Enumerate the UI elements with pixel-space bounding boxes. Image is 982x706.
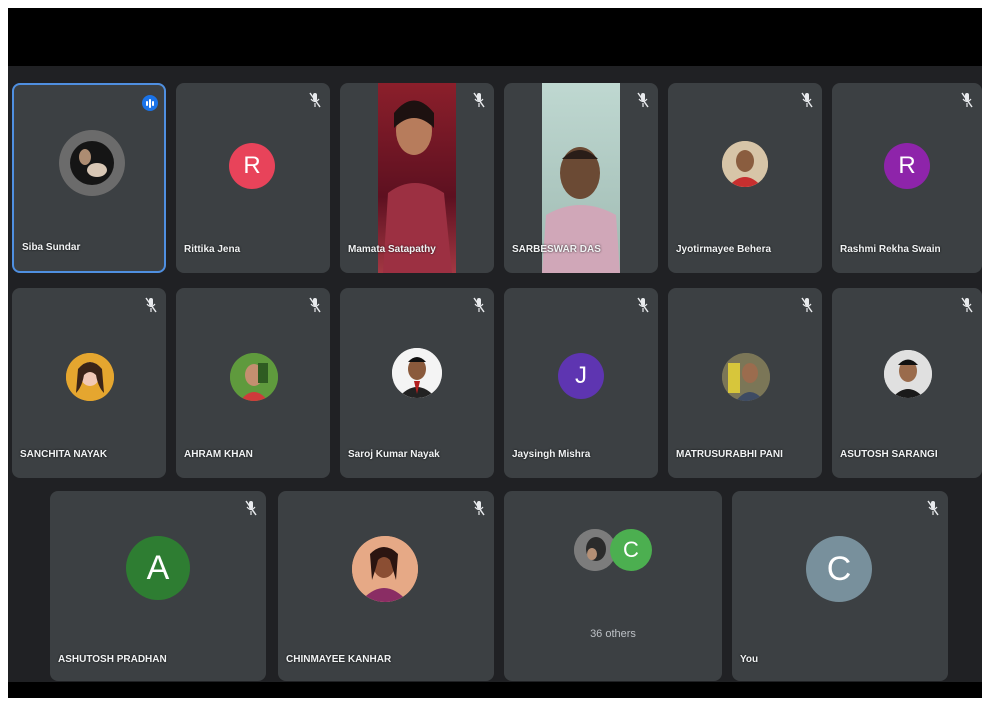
participant-name: MATRUSURABHI PANI xyxy=(676,449,783,460)
meeting-screen: Siba Sundar R Rittika Jena Mamata Satapa… xyxy=(8,8,982,698)
avatar xyxy=(722,353,770,401)
microphone-off-icon xyxy=(927,500,939,516)
avatar: C xyxy=(610,529,652,571)
participant-name: Mamata Satapathy xyxy=(348,244,436,255)
others-tile[interactable]: C 36 others xyxy=(504,491,722,681)
participant-name: Jaysingh Mishra xyxy=(512,449,591,460)
participant-name: Jyotirmayee Behera xyxy=(676,244,772,255)
participant-name: Rittika Jena xyxy=(184,244,241,255)
participant-name: Saroj Kumar Nayak xyxy=(348,449,440,460)
microphone-off-icon xyxy=(473,297,485,313)
participant-tile-chinmayee-kanhar[interactable]: CHINMAYEE KANHAR xyxy=(278,491,494,681)
participant-tile-ashutosh-pradhan[interactable]: A ASHUTOSH PRADHAN xyxy=(50,491,266,681)
participant-tile-siba-sundar[interactable]: Siba Sundar xyxy=(12,83,166,273)
microphone-off-icon xyxy=(801,92,813,108)
microphone-off-icon xyxy=(145,297,157,313)
avatar: R xyxy=(884,143,930,189)
microphone-off-icon xyxy=(961,92,973,108)
participant-name: Siba Sundar xyxy=(22,242,81,253)
participant-name: You xyxy=(740,654,759,665)
avatar: R xyxy=(229,143,275,189)
avatar xyxy=(352,536,418,602)
participant-name: ASUTOSH SARANGI xyxy=(840,449,938,460)
microphone-off-icon xyxy=(801,297,813,313)
participant-name: Rashmi Rekha Swain xyxy=(840,244,941,255)
microphone-off-icon xyxy=(961,297,973,313)
participant-name: CHINMAYEE KANHAR xyxy=(286,654,392,665)
microphone-off-icon xyxy=(473,92,485,108)
participant-name: AHRAM KHAN xyxy=(184,449,253,460)
participant-tile-asutosh-sarangi[interactable]: ASUTOSH SARANGI xyxy=(832,288,982,478)
microphone-off-icon xyxy=(245,500,257,516)
avatar xyxy=(884,350,932,398)
microphone-off-icon xyxy=(637,92,649,108)
participant-name: ASHUTOSH PRADHAN xyxy=(58,654,167,665)
avatar xyxy=(66,353,114,401)
participant-tile-sarbeswar-das[interactable]: SARBESWAR DAS xyxy=(504,83,658,273)
participant-tile-sanchita-nayak[interactable]: SANCHITA NAYAK xyxy=(12,288,166,478)
avatar xyxy=(392,348,442,398)
avatar: J xyxy=(558,353,604,399)
microphone-off-icon xyxy=(309,92,321,108)
speaking-indicator-icon xyxy=(142,95,158,111)
participant-tile-saroj-kumar-nayak[interactable]: Saroj Kumar Nayak xyxy=(340,288,494,478)
avatar xyxy=(722,141,768,187)
others-count: 36 others xyxy=(590,628,636,640)
avatar xyxy=(59,130,125,196)
microphone-off-icon xyxy=(473,500,485,516)
participant-tile-mamata-satapathy[interactable]: Mamata Satapathy xyxy=(340,83,494,273)
participant-tile-matrusurabhi-pani[interactable]: MATRUSURABHI PANI xyxy=(668,288,822,478)
avatar xyxy=(230,353,278,401)
microphone-off-icon xyxy=(637,297,649,313)
participant-name: SANCHITA NAYAK xyxy=(20,449,108,460)
participant-tile-jaysingh-mishra[interactable]: J Jaysingh Mishra xyxy=(504,288,658,478)
participant-name: SARBESWAR DAS xyxy=(512,244,601,255)
participant-tile-you[interactable]: C You xyxy=(732,491,948,681)
microphone-off-icon xyxy=(309,297,321,313)
participant-tile-rittika-jena[interactable]: R Rittika Jena xyxy=(176,83,330,273)
avatar: C xyxy=(806,536,872,602)
top-bar xyxy=(8,8,982,66)
participant-tile-rashmi-rekha-swain[interactable]: R Rashmi Rekha Swain xyxy=(832,83,982,273)
avatar: A xyxy=(126,536,190,600)
participant-tile-ahram-khan[interactable]: AHRAM KHAN xyxy=(176,288,330,478)
bottom-bar xyxy=(8,682,982,698)
participant-tile-jyotirmayee-behera[interactable]: Jyotirmayee Behera xyxy=(668,83,822,273)
